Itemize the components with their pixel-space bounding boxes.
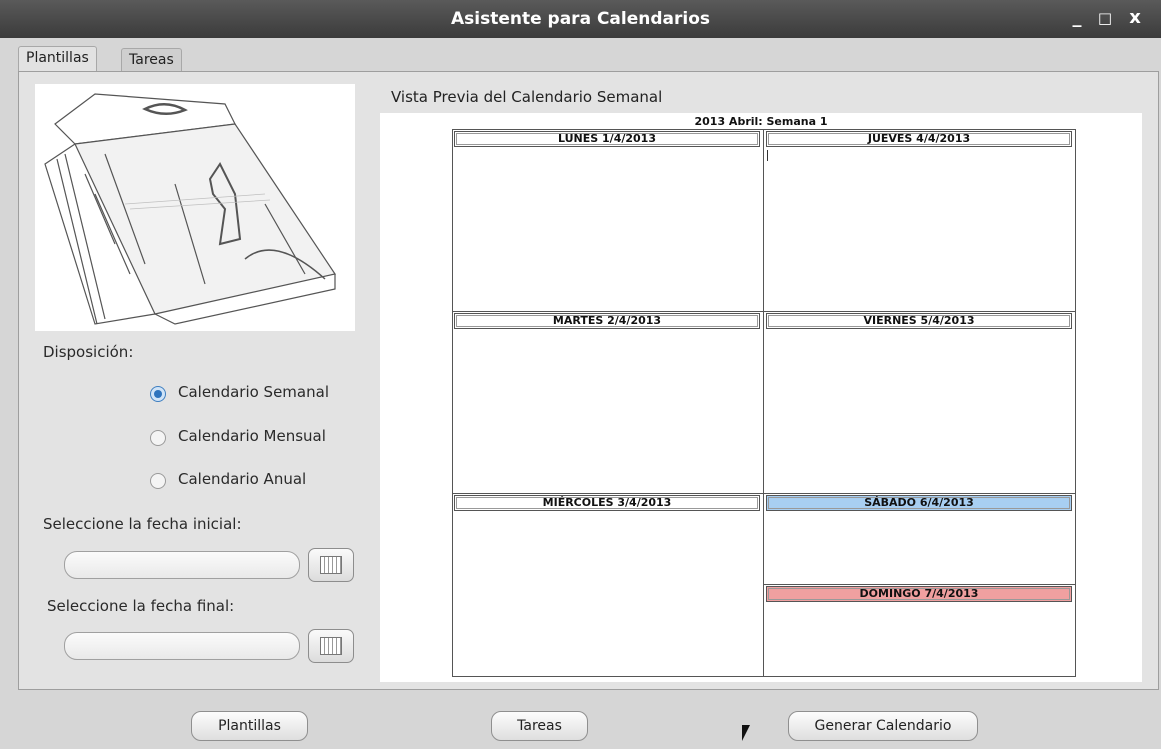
day-header-monday: LUNES 1/4/2013	[454, 131, 760, 147]
disposition-label: Disposición:	[43, 343, 134, 361]
minimize-button[interactable]: _	[1066, 7, 1088, 28]
tareas-button[interactable]: Tareas	[491, 711, 588, 741]
plantillas-button[interactable]: Plantillas	[191, 711, 308, 741]
text-caret	[767, 150, 768, 161]
title-bar: Asistente para Calendarios _ □ x	[0, 0, 1161, 38]
monthly-radio[interactable]	[150, 430, 166, 446]
day-header-friday: VIERNES 5/4/2013	[766, 313, 1072, 329]
end-date-picker-button[interactable]	[308, 629, 354, 663]
mouse-cursor-icon	[742, 725, 750, 741]
day-header-wednesday: MIÉRCOLES 3/4/2013	[454, 495, 760, 511]
calendar-thumbnail	[35, 84, 355, 331]
weekly-label[interactable]: Calendario Semanal	[178, 383, 329, 401]
end-date-input[interactable]	[64, 632, 300, 660]
annual-radio[interactable]	[150, 473, 166, 489]
generate-calendar-button[interactable]: Generar Calendario	[788, 711, 978, 741]
row-divider	[764, 584, 1075, 585]
calendar-icon	[320, 637, 342, 655]
window-title: Asistente para Calendarios	[450, 9, 711, 29]
left-column	[453, 130, 764, 676]
preview-heading: Vista Previa del Calendario Semanal	[391, 88, 663, 106]
end-date-label: Seleccione la fecha final:	[47, 597, 235, 615]
tab-tareas[interactable]: Tareas	[121, 48, 182, 71]
start-date-picker-button[interactable]	[308, 548, 354, 582]
preview-title: 2013 Abril: Semana 1	[694, 115, 828, 128]
annual-label[interactable]: Calendario Anual	[178, 470, 306, 488]
weekly-preview: 2013 Abril: Semana 1 LUNES 1/4/2013 MART…	[380, 113, 1142, 682]
day-header-sunday: DOMINGO 7/4/2013	[766, 586, 1072, 602]
tear-off-calendar-icon	[44, 93, 336, 325]
weekly-radio[interactable]	[150, 386, 166, 402]
start-date-label: Seleccione la fecha inicial:	[43, 515, 242, 533]
maximize-button[interactable]: □	[1094, 9, 1116, 27]
day-header-tuesday: MARTES 2/4/2013	[454, 313, 760, 329]
monthly-label[interactable]: Calendario Mensual	[178, 427, 326, 445]
calendar-icon	[320, 556, 342, 574]
day-header-thursday: JUEVES 4/4/2013	[766, 131, 1072, 147]
day-header-saturday: SÁBADO 6/4/2013	[766, 495, 1072, 511]
start-date-input[interactable]	[64, 551, 300, 579]
row-divider	[453, 493, 1075, 494]
row-divider	[453, 311, 1075, 312]
tab-plantillas[interactable]: Plantillas	[18, 46, 97, 71]
close-button[interactable]: x	[1124, 7, 1146, 28]
week-grid: LUNES 1/4/2013 MARTES 2/4/2013 MIÉRCOLES…	[452, 129, 1076, 677]
